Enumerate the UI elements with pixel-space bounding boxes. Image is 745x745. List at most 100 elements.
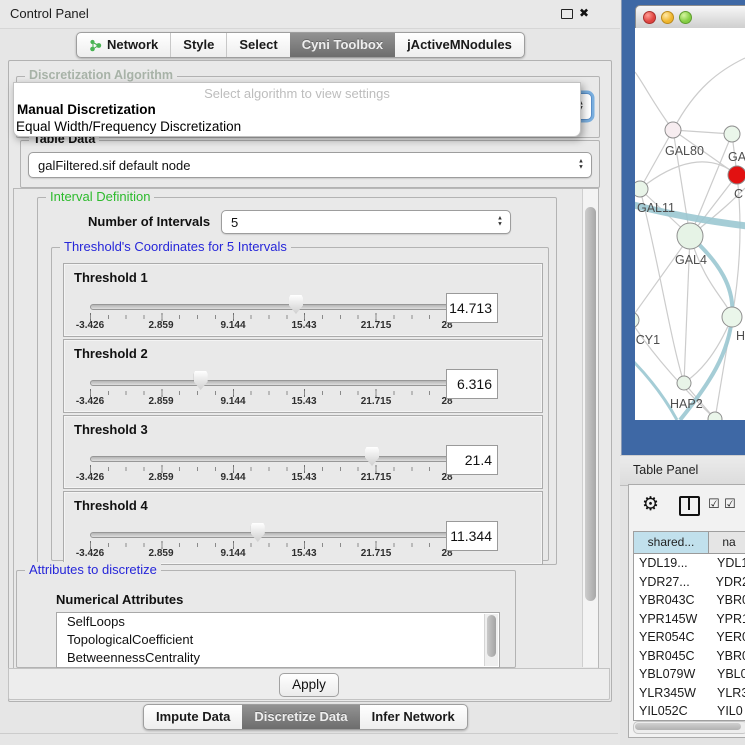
table-row[interactable]: YLR345WYLR3 bbox=[634, 684, 745, 703]
slider-minor-ticks bbox=[90, 467, 448, 471]
tick-label: 21.715 bbox=[346, 548, 406, 559]
slider-track[interactable] bbox=[90, 380, 449, 386]
cell: YER0 bbox=[707, 630, 745, 644]
tab-label: Cyni Toolbox bbox=[302, 33, 383, 57]
node-right[interactable] bbox=[722, 307, 742, 327]
cell: YBR0 bbox=[707, 593, 745, 607]
node-gcy1[interactable] bbox=[635, 312, 639, 328]
tick-label: 2.859 bbox=[131, 548, 191, 559]
tick-label: 21.715 bbox=[346, 396, 406, 407]
list-item[interactable]: TopologicalCoefficient bbox=[57, 631, 499, 649]
network-graph: GAL80 GA GAL11 C GAL4 GCY1 H HAP2 bbox=[635, 28, 745, 420]
node-label-gal80: GAL80 bbox=[665, 144, 704, 158]
tab-label: Select bbox=[239, 33, 277, 57]
threshold-label: Threshold 4 bbox=[74, 498, 148, 513]
cell: YER054C bbox=[634, 630, 707, 644]
number-of-intervals-combobox[interactable]: 5 ▲ ▼ bbox=[221, 210, 511, 234]
tick-label: 2.859 bbox=[131, 472, 191, 483]
threshold-value-field[interactable]: 14.713 bbox=[446, 293, 498, 323]
node-gal80[interactable] bbox=[665, 122, 681, 138]
node-highlighted-red[interactable] bbox=[728, 166, 745, 184]
apply-button[interactable]: Apply bbox=[279, 673, 339, 697]
slider-thumb[interactable] bbox=[251, 523, 265, 542]
dropdown-option-manual[interactable]: Manual Discretization bbox=[17, 102, 156, 117]
threshold-value-field[interactable]: 6.316 bbox=[446, 369, 498, 399]
node-table[interactable]: shared... na YDL19...YDL1 YDR27...YDR2 Y… bbox=[633, 531, 745, 721]
numerical-attributes-label: Numerical Attributes bbox=[56, 592, 183, 607]
float-window-icon[interactable] bbox=[561, 9, 573, 19]
tab-label: Network bbox=[107, 33, 158, 57]
cell: YDR2 bbox=[707, 575, 745, 589]
slider-thumb[interactable] bbox=[289, 295, 303, 314]
tab-impute-data[interactable]: Impute Data bbox=[144, 705, 242, 729]
tick-label: -3.426 bbox=[60, 548, 120, 559]
scrollbar-thumb[interactable] bbox=[585, 207, 596, 601]
list-item[interactable]: SelfLoops bbox=[57, 613, 499, 631]
network-canvas[interactable]: GAL80 GA GAL11 C GAL4 GCY1 H HAP2 bbox=[635, 28, 745, 420]
split-columns-icon[interactable] bbox=[679, 496, 700, 516]
cell: YDL1 bbox=[708, 556, 745, 570]
column-header-shared-name[interactable]: shared... bbox=[634, 532, 709, 553]
table-row[interactable]: YIL052CYIL0 bbox=[634, 702, 745, 721]
node-gal11[interactable] bbox=[635, 181, 648, 197]
tab-discretize-data[interactable]: Discretize Data bbox=[242, 705, 359, 729]
table-row[interactable]: YDL19...YDL1 bbox=[634, 554, 745, 573]
slider-track[interactable] bbox=[90, 456, 449, 462]
tab-style[interactable]: Style bbox=[170, 33, 226, 57]
table-row[interactable]: YBR043CYBR0 bbox=[634, 591, 745, 610]
column-header-name[interactable]: na bbox=[709, 532, 745, 553]
slider-minor-ticks bbox=[90, 391, 448, 395]
tab-select[interactable]: Select bbox=[226, 33, 289, 57]
tab-network[interactable]: Network bbox=[77, 33, 170, 57]
tab-infer-network[interactable]: Infer Network bbox=[360, 705, 467, 729]
table-row[interactable]: YBR045CYBR0 bbox=[634, 647, 745, 666]
node-hap2[interactable] bbox=[677, 376, 691, 390]
numerical-attributes-list[interactable]: SelfLoops TopologicalCoefficient Between… bbox=[56, 612, 500, 668]
dropdown-option-equal-width[interactable]: Equal Width/Frequency Discretization bbox=[16, 119, 241, 134]
table-row[interactable]: YDR27...YDR2 bbox=[634, 573, 745, 592]
gear-icon[interactable]: ⚙ bbox=[642, 493, 659, 516]
control-panel-titlebar: Control Panel ✖ bbox=[0, 0, 620, 29]
list-scrollbar[interactable] bbox=[484, 614, 498, 666]
horizontal-scrollbar[interactable] bbox=[633, 721, 745, 734]
network-window-titlebar[interactable] bbox=[635, 5, 745, 30]
close-icon[interactable]: ✖ bbox=[579, 6, 589, 20]
cell: YLR3 bbox=[708, 686, 745, 700]
slider-track[interactable] bbox=[90, 304, 449, 310]
group-legend: Interval Definition bbox=[46, 189, 154, 204]
tab-cyni-toolbox[interactable]: Cyni Toolbox bbox=[290, 33, 395, 57]
slider-track[interactable] bbox=[90, 532, 449, 538]
table-row[interactable]: YER054CYER0 bbox=[634, 628, 745, 647]
combo-arrows: ▲ ▼ bbox=[497, 217, 503, 228]
close-traffic-light[interactable] bbox=[643, 11, 656, 24]
table-row[interactable]: YPR145WYPR1 bbox=[634, 610, 745, 629]
network-nodes[interactable] bbox=[635, 122, 745, 420]
table-panel-titlebar: Table Panel bbox=[620, 455, 745, 486]
tick-label: 15.43 bbox=[274, 396, 334, 407]
zoom-traffic-light[interactable] bbox=[679, 11, 692, 24]
node-top-right[interactable] bbox=[724, 126, 740, 142]
tab-label: Infer Network bbox=[372, 705, 455, 729]
threshold-value-field[interactable]: 21.4 bbox=[446, 445, 498, 475]
checkbox-checked-icon[interactable]: ☑ bbox=[724, 496, 736, 512]
scrollbar-thumb[interactable] bbox=[635, 723, 741, 730]
list-item[interactable]: BetweennessCentrality bbox=[57, 649, 499, 667]
tick-label: 21.715 bbox=[346, 472, 406, 483]
node-gal4[interactable] bbox=[677, 223, 703, 249]
slider-thumb[interactable] bbox=[365, 447, 379, 466]
checkbox-checked-icon[interactable]: ☑ bbox=[708, 496, 720, 512]
threshold-value-field[interactable]: 11.344 bbox=[446, 521, 498, 551]
cell: YPR1 bbox=[707, 612, 745, 626]
minimize-traffic-light[interactable] bbox=[661, 11, 674, 24]
top-tabbar: Network Style Select Cyni Toolbox jActiv… bbox=[76, 32, 525, 58]
table-row[interactable]: YBL079WYBL0 bbox=[634, 665, 745, 684]
table-header-row: shared... na bbox=[634, 532, 745, 554]
node-label-hap2: HAP2 bbox=[670, 397, 703, 411]
vertical-scrollbar[interactable] bbox=[582, 189, 598, 667]
table-data-combobox[interactable]: galFiltered.sif default node ▲ ▼ bbox=[28, 152, 592, 178]
network-labels: GAL80 GA GAL11 C GAL4 GCY1 H HAP2 bbox=[635, 144, 745, 411]
tab-jactivemnodules[interactable]: jActiveMNodules bbox=[395, 33, 524, 57]
scrollbar-thumb[interactable] bbox=[487, 615, 496, 657]
group-legend: Discretization Algorithm bbox=[25, 68, 177, 83]
slider-thumb[interactable] bbox=[194, 371, 208, 390]
